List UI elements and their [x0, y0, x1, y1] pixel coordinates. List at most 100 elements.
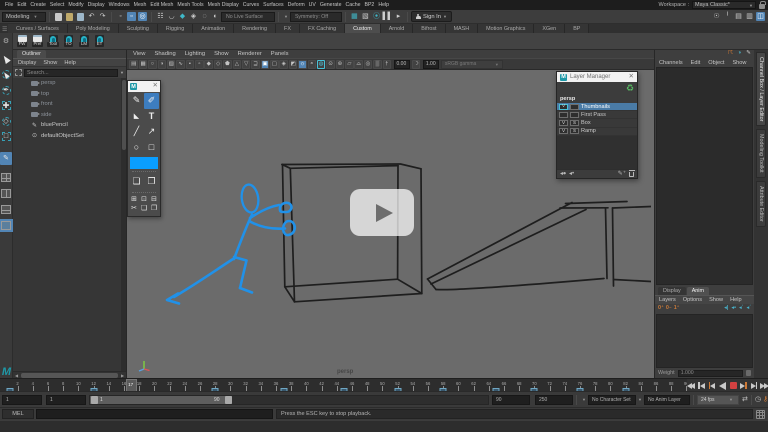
- sidebar-toggle-toolsettings-button[interactable]: ▥: [745, 12, 754, 21]
- bp-clipboard-op-2[interactable]: ❐: [149, 204, 159, 213]
- layout-two-pane-button[interactable]: [1, 189, 11, 198]
- viewport-icon-wire[interactable]: ◈: [279, 60, 288, 69]
- bp-clipboard-op-0[interactable]: ✂: [129, 204, 139, 213]
- render-open-button[interactable]: ▦: [350, 12, 359, 21]
- range-end-handle[interactable]: [225, 396, 232, 404]
- playback-end-field[interactable]: 90: [492, 395, 530, 405]
- speed-display-icon[interactable]: ◑: [736, 51, 743, 57]
- viewport-icon-cam[interactable]: ○: [148, 60, 157, 69]
- viewport-icon-shadow[interactable]: ◓: [308, 60, 317, 69]
- blue-pencil-titlebar[interactable]: M ✕: [128, 81, 160, 92]
- viewport-menu-view[interactable]: View: [133, 51, 145, 57]
- animation-end-field[interactable]: 250: [535, 395, 573, 405]
- layer-visibility-checkbox[interactable]: V: [559, 128, 568, 134]
- viewport-canvas[interactable]: M ✕ ✎✐◣T╱↗○□ ❏❐ ⊞⊡⊟ ✂❏❐ M Layer Manager: [127, 70, 654, 378]
- outliner-item-front[interactable]: front: [13, 99, 126, 110]
- menu-bp2[interactable]: BP2: [363, 2, 377, 8]
- viewport-icon-xray[interactable]: ▒: [373, 60, 382, 69]
- layer-solo-checkbox[interactable]: [570, 104, 579, 110]
- layer-visibility-checkbox[interactable]: V: [559, 120, 568, 126]
- viewport-menu-show[interactable]: Show: [214, 51, 229, 57]
- channel-menu-show[interactable]: Show: [732, 60, 746, 66]
- shelf-button-pref[interactable]: Pref: [31, 35, 44, 47]
- side-tab-attribute-editor[interactable]: Attribute Editor: [756, 181, 766, 227]
- new-scene-button[interactable]: [54, 12, 63, 21]
- menu-surfaces[interactable]: Surfaces: [261, 2, 285, 8]
- bp-frame-op-2[interactable]: ⊟: [149, 195, 159, 204]
- fps-select[interactable]: 24 fps ▼: [697, 395, 739, 405]
- side-tab-modeling-toolkit[interactable]: Modeling Toolkit: [756, 129, 766, 178]
- layer-editor-tab-anim[interactable]: Anim: [687, 287, 709, 295]
- layer-row-thumbnails[interactable]: VThumbnails: [557, 103, 637, 111]
- scroll-right-icon[interactable]: ▶: [119, 373, 126, 378]
- sign-in-button[interactable]: Sign In ▼: [411, 11, 452, 22]
- weight-field[interactable]: 1.000: [678, 370, 743, 377]
- bp-tool-ellipse[interactable]: ○: [129, 140, 144, 156]
- shelf-tab-animation[interactable]: Animation: [193, 24, 234, 33]
- select-object-button[interactable]: ▫: [127, 12, 136, 21]
- layer-solo-checkbox[interactable]: S: [570, 128, 579, 134]
- menu-mesh-display[interactable]: Mesh Display: [206, 2, 241, 8]
- script-editor-icon[interactable]: [756, 410, 765, 419]
- outliner-item-defaultObjectSet[interactable]: ⊙defaultObjectSet: [13, 131, 126, 142]
- shelf-button-tool[interactable]: Tool: [47, 35, 60, 47]
- step-back-key-button[interactable]: [708, 381, 716, 390]
- viewport-icon-p7[interactable]: ▽: [242, 60, 251, 69]
- shelf-gear-icon[interactable]: ⚙: [0, 33, 13, 50]
- channel-box-list[interactable]: [656, 67, 753, 285]
- create-layer-from-selection-icon[interactable]: 0₋: [666, 306, 672, 311]
- play-backwards-button[interactable]: [719, 381, 727, 390]
- select-hierarchy-button[interactable]: ◦: [116, 12, 125, 21]
- outliner-item-top[interactable]: top: [13, 89, 126, 100]
- step-back-frame-button[interactable]: [698, 381, 706, 390]
- bp-tool-rectangle[interactable]: □: [144, 140, 159, 156]
- snap-curve-button[interactable]: ◡: [167, 12, 176, 21]
- refresh-icon[interactable]: ♻: [626, 84, 634, 93]
- shelf-button-et[interactable]: ET: [93, 35, 106, 47]
- viewport-icon-joint[interactable]: †: [383, 60, 392, 69]
- shelf-tab-sculpting[interactable]: Sculpting: [119, 24, 158, 33]
- save-scene-button[interactable]: [76, 12, 85, 21]
- viewport-icon-p6[interactable]: △: [233, 60, 242, 69]
- view-transform-select[interactable]: sRGB gamma▼: [441, 60, 503, 69]
- bp-frame-op-1[interactable]: ⊡: [139, 195, 149, 204]
- viewport-icon-p8[interactable]: ⊒: [251, 60, 260, 69]
- viewport-menu-shading[interactable]: Shading: [154, 51, 175, 57]
- divider[interactable]: [345, 12, 346, 22]
- chevron-down-icon[interactable]: ▼: [284, 14, 288, 19]
- shelf-tab-curves-surfaces[interactable]: Curves / Surfaces: [8, 24, 68, 33]
- layer-solo-checkbox[interactable]: [570, 112, 579, 118]
- shelf-tab-motion-graphics[interactable]: Motion Graphics: [478, 24, 534, 33]
- layer-row-ramp[interactable]: VSRamp: [557, 128, 637, 136]
- side-tab-channel-box-layer-editor[interactable]: Channel Box / Layer Editor: [756, 52, 766, 126]
- shelf-tab-mash[interactable]: MASH: [446, 24, 479, 33]
- viewport-icon-iso[interactable]: ◎: [364, 60, 373, 69]
- chevron-down-icon[interactable]: ▼: [638, 397, 642, 402]
- menu-mesh[interactable]: Mesh: [132, 2, 149, 8]
- outliner-item-persp[interactable]: persp: [13, 78, 126, 89]
- scale-tool-button[interactable]: □: [0, 130, 12, 143]
- layer-editor-menu-help[interactable]: Help: [730, 297, 742, 303]
- step-forward-key-button[interactable]: [740, 381, 748, 390]
- menu-windows[interactable]: Windows: [107, 2, 132, 8]
- outliner-horizontal-scrollbar[interactable]: ◀ ▶: [13, 371, 126, 378]
- open-scene-button[interactable]: [65, 12, 74, 21]
- menu-edit[interactable]: Edit: [15, 2, 28, 8]
- snap-plane-button[interactable]: ◈: [189, 12, 198, 21]
- symmetry-field[interactable]: Symmetry: Off: [290, 12, 342, 22]
- zero-weight-icon[interactable]: ◂•: [731, 306, 736, 311]
- animation-preferences-icon[interactable]: ◷: [755, 396, 761, 403]
- bp-frame-tool-0[interactable]: ❏: [129, 174, 144, 190]
- snap-grid-button[interactable]: ☷: [156, 12, 165, 21]
- layer-visibility-checkbox[interactable]: [559, 112, 568, 118]
- viewport-icon-light2[interactable]: ☼: [298, 60, 307, 69]
- anim-layer-list[interactable]: [656, 314, 753, 368]
- select-component-button[interactable]: ◎: [138, 12, 147, 21]
- viewport-icon-p5[interactable]: ⬟: [223, 60, 232, 69]
- undo-button[interactable]: ↶: [87, 12, 96, 21]
- viewport-icon-grid[interactable]: ▦: [139, 60, 148, 69]
- playback-start-field[interactable]: 1: [46, 395, 86, 405]
- viewport-menu-lighting[interactable]: Lighting: [185, 51, 205, 57]
- lasso-tool-button[interactable]: [0, 68, 12, 81]
- sidebar-toggle-attributes-button[interactable]: ▤: [734, 12, 743, 21]
